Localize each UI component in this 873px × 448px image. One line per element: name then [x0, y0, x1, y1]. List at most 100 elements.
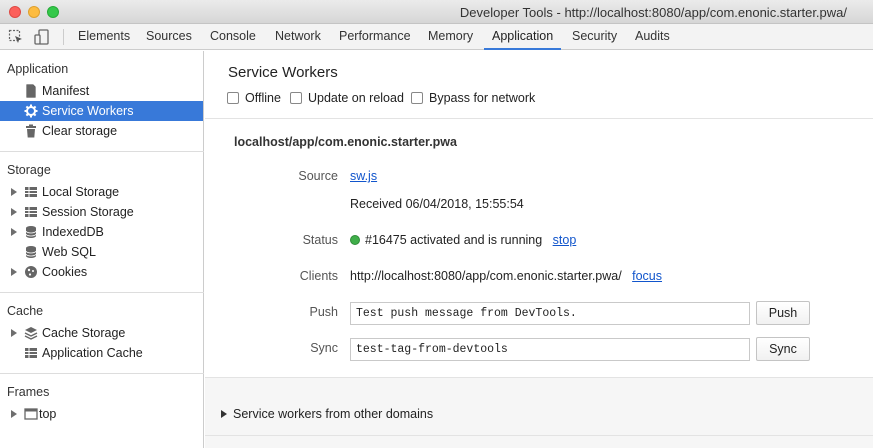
sidebar-item-label: Service Workers	[42, 104, 134, 118]
tab-security[interactable]: Security	[572, 24, 617, 50]
source-value: sw.js	[350, 169, 377, 183]
sidebar-item-label: Application Cache	[42, 346, 143, 360]
section-header-cache: Cache	[7, 304, 44, 318]
received-timestamp: Received 06/04/2018, 15:55:54	[350, 197, 524, 211]
toolbar-divider	[63, 29, 64, 45]
push-button[interactable]: Push	[756, 301, 810, 325]
sidebar-item-label: Manifest	[42, 84, 90, 98]
tab-memory[interactable]: Memory	[428, 24, 473, 50]
section-header-frames: Frames	[7, 385, 50, 399]
sidebar-item-local-storage[interactable]: Local Storage	[0, 182, 203, 202]
sync-button[interactable]: Sync	[756, 337, 810, 361]
sidebar-item-label: Session Storage	[42, 205, 134, 219]
sidebar-item-cache-storage[interactable]: Cache Storage	[0, 323, 203, 343]
database-icon	[25, 226, 37, 238]
sidebar-item-clear-storage[interactable]: Clear storage	[0, 121, 203, 141]
clients-label: Clients	[299, 269, 338, 283]
cookie-icon	[25, 266, 37, 278]
sidebar-item-cookies[interactable]: Cookies	[0, 262, 203, 282]
expand-arrow-icon[interactable]	[11, 329, 17, 337]
sidebar-item-application-cache[interactable]: Application Cache	[0, 343, 203, 363]
expand-arrow-icon[interactable]	[11, 410, 17, 418]
tab-console[interactable]: Console	[210, 24, 256, 50]
sidebar-item-manifest[interactable]: Manifest	[0, 81, 203, 101]
trash-icon	[26, 124, 36, 138]
bypass-for-network-checkbox[interactable]	[411, 92, 423, 104]
offline-option[interactable]: Offline	[227, 90, 297, 106]
tab-application[interactable]: Application	[484, 24, 562, 50]
frame-icon	[24, 408, 38, 420]
bypass-for-network-option[interactable]: Bypass for network	[411, 90, 551, 106]
client-url: http://localhost:8080/app/com.enonic.sta…	[350, 269, 622, 283]
other-domains-label: Service workers from other domains	[233, 407, 434, 421]
sidebar-item-web-sql[interactable]: Web SQL	[0, 242, 203, 262]
status-text: #16475 activated and is running	[365, 233, 543, 247]
section-divider	[205, 435, 873, 436]
tab-audits[interactable]: Audits	[635, 24, 670, 50]
service-worker-scope: localhost/app/com.enonic.starter.pwa	[234, 135, 457, 149]
section-divider	[0, 151, 204, 152]
stop-link[interactable]: stop	[553, 233, 577, 247]
bypass-for-network-label: Bypass for network	[429, 91, 536, 105]
sidebar-item-label: Web SQL	[42, 245, 96, 259]
stack-icon	[24, 327, 38, 340]
sidebar-item-indexeddb[interactable]: IndexedDB	[0, 222, 203, 242]
tab-network[interactable]: Network	[275, 24, 321, 50]
title-bar: Developer Tools - http://localhost:8080/…	[0, 0, 873, 24]
section-header-storage: Storage	[7, 163, 51, 177]
sidebar-item-label: IndexedDB	[42, 225, 104, 239]
close-window-button[interactable]	[9, 6, 21, 18]
expand-arrow-icon[interactable]	[11, 188, 17, 196]
section-header-application: Application	[7, 62, 69, 76]
gear-icon	[24, 104, 38, 118]
document-icon	[26, 84, 36, 98]
application-sidebar: Application Manifest Service Workers Cle…	[0, 51, 204, 448]
expand-arrow-icon[interactable]	[11, 228, 17, 236]
offline-label: Offline	[245, 91, 281, 105]
section-divider	[0, 373, 204, 374]
cursor-select-icon[interactable]	[8, 29, 24, 45]
sync-label: Sync	[310, 341, 338, 355]
sidebar-item-label: Cache Storage	[42, 326, 126, 340]
sync-tag-input[interactable]: test-tag-from-devtools	[350, 338, 750, 361]
focus-link[interactable]: focus	[632, 269, 662, 283]
update-on-reload-option[interactable]: Update on reload	[290, 90, 410, 106]
expand-arrow-icon[interactable]	[11, 208, 17, 216]
device-toggle-icon[interactable]	[34, 29, 50, 45]
tab-elements[interactable]: Elements	[78, 24, 130, 50]
push-label: Push	[309, 305, 339, 319]
minimize-window-button[interactable]	[28, 6, 40, 18]
grid-icon	[25, 207, 37, 217]
source-file-link[interactable]: sw.js	[350, 169, 377, 183]
expand-arrow-icon[interactable]	[11, 268, 17, 276]
window-title: Developer Tools - http://localhost:8080/…	[459, 5, 847, 20]
sidebar-item-top-frame[interactable]: top	[0, 404, 203, 424]
database-icon	[25, 246, 37, 258]
update-on-reload-checkbox[interactable]	[290, 92, 302, 104]
sidebar-item-label: Local Storage	[42, 185, 120, 199]
sidebar-item-label: top	[39, 407, 57, 421]
status-value: #16475 activated and is running stop	[350, 233, 576, 247]
service-workers-panel: Service Workers Offline Update on reload…	[205, 51, 873, 448]
other-domains-toggle[interactable]: Service workers from other domains	[221, 407, 433, 421]
update-on-reload-label: Update on reload	[308, 91, 404, 105]
grid-icon	[25, 348, 37, 358]
tab-performance[interactable]: Performance	[339, 24, 411, 50]
expand-arrow-icon[interactable]	[221, 410, 227, 418]
panel-title: Service Workers	[228, 64, 338, 81]
sidebar-item-service-workers[interactable]: Service Workers	[0, 101, 203, 121]
sidebar-item-session-storage[interactable]: Session Storage	[0, 202, 203, 222]
source-label: Source	[298, 169, 338, 183]
sidebar-item-label: Cookies	[42, 265, 88, 279]
section-divider	[205, 118, 873, 119]
offline-checkbox[interactable]	[227, 92, 239, 104]
maximize-window-button[interactable]	[47, 6, 59, 18]
grid-icon	[25, 187, 37, 197]
status-indicator-icon	[350, 235, 360, 245]
status-label: Status	[302, 233, 338, 247]
push-message-input[interactable]: Test push message from DevTools.	[350, 302, 750, 325]
tab-sources[interactable]: Sources	[146, 24, 192, 50]
devtools-tab-bar: Elements Sources Console Network Perform…	[0, 24, 873, 50]
clients-value: http://localhost:8080/app/com.enonic.sta…	[350, 269, 662, 283]
section-divider	[0, 292, 204, 293]
